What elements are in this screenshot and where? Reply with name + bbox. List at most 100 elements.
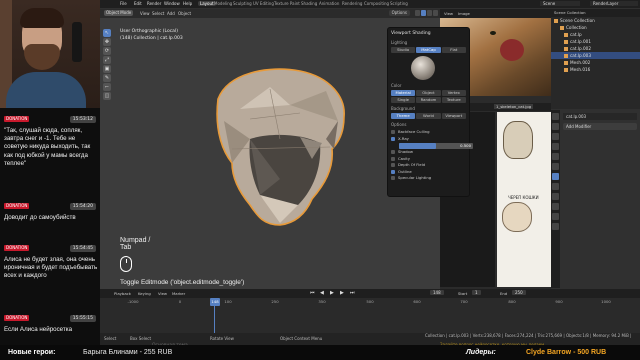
end-frame-field[interactable]: 250 [512, 290, 526, 295]
next-key-icon[interactable]: ▶ [340, 290, 344, 296]
xray-alpha-slider[interactable]: 0.500 [399, 143, 473, 149]
timeline-menu-marker[interactable]: Marker [172, 291, 185, 296]
color-object-button[interactable]: Object [416, 90, 441, 96]
lighting-label: Lighting [391, 40, 408, 45]
mouse-icon [120, 256, 132, 272]
timeline-menu-playback[interactable]: Playback [114, 291, 131, 296]
menu-window[interactable]: Window [164, 1, 180, 6]
image-editor-header: View Image [440, 9, 551, 18]
playhead[interactable]: 148 [210, 298, 220, 306]
checkbox-icon [391, 130, 395, 135]
tab-rendering[interactable]: Rendering [342, 1, 362, 6]
lighting-options: Studio MatCap Flat [391, 47, 466, 53]
menu-file[interactable]: File [120, 1, 127, 6]
add-modifier-button[interactable]: Add Modifier [563, 123, 637, 130]
status-rotate: Rotate View [210, 336, 234, 341]
skull-drawing-top [503, 121, 533, 159]
mesh-icon [564, 67, 568, 72]
menu-help[interactable]: Help [183, 1, 192, 6]
outliner-row-selected[interactable]: cat.lp.003 [551, 52, 640, 59]
tab-sculpting[interactable]: Sculpting [233, 1, 252, 6]
matcap-preview[interactable] [411, 56, 435, 80]
image-menu-view[interactable]: View [444, 11, 453, 16]
data-tab-icon[interactable] [552, 213, 559, 220]
ruler-tick: 0 [178, 299, 182, 304]
message-text: Алиса не будет злая, она очень ироничная… [4, 256, 98, 280]
play-icon[interactable]: ▶ [330, 290, 334, 296]
background-label: Background [391, 106, 415, 111]
tab-modeling[interactable]: Modeling [214, 1, 232, 6]
color-material-button[interactable]: Material [391, 90, 416, 96]
microphone [72, 22, 82, 62]
timeline-menu-view[interactable]: View [158, 291, 167, 296]
outliner-row[interactable]: cat.lp.001 [551, 38, 640, 45]
operator-hint: Toggle Editmode ('object.editmode_toggle… [120, 279, 245, 286]
collection-icon [560, 25, 564, 30]
color-texture-button[interactable]: Texture [441, 97, 466, 103]
current-frame-field[interactable]: 148 [430, 290, 444, 295]
image-filename[interactable]: 1_skeleton_cat.jpg [494, 104, 534, 109]
constraints-tab-icon[interactable] [552, 203, 559, 210]
jump-end-icon[interactable]: ⏭ [350, 290, 355, 296]
modifier-tab-icon[interactable] [552, 173, 559, 180]
outliner-row[interactable]: Mesh.002 [551, 59, 640, 66]
background-theme-button[interactable]: Theme [391, 113, 416, 119]
top-bar: File Edit Render Window Help Layout Mode… [100, 0, 640, 8]
start-frame-field[interactable]: 1 [472, 290, 481, 295]
image-menu-image[interactable]: Image [458, 11, 470, 16]
key-numpad: Numpad / [120, 237, 151, 244]
particles-tab-icon[interactable] [552, 183, 559, 190]
outliner-item-label: Scene Collection [560, 18, 595, 23]
leaders-label: Лидеры: [466, 349, 496, 356]
tab-animation[interactable]: Animation [319, 1, 339, 6]
color-options-row2: Single Random Texture [391, 97, 466, 103]
color-random-button[interactable]: Random [416, 97, 441, 103]
options-label: Options [391, 122, 407, 127]
material-tab-icon[interactable] [552, 223, 559, 230]
tab-uv-editing[interactable]: UV Editing [253, 1, 274, 6]
specular-lighting-checkbox[interactable]: Specular Lighting [391, 175, 466, 182]
mesh-icon [564, 32, 568, 37]
tab-shading[interactable]: Shading [301, 1, 317, 6]
lighting-studio-button[interactable]: Studio [391, 47, 416, 53]
color-vertex-button[interactable]: Vertex [441, 90, 466, 96]
outliner-row[interactable]: cat.lp [551, 31, 640, 38]
color-single-button[interactable]: Single [391, 97, 416, 103]
ruler-tick: 600 [413, 299, 421, 304]
tab-compositing[interactable]: Compositing [364, 1, 389, 6]
object-tab-icon[interactable] [552, 163, 559, 170]
timeline-menu-keying[interactable]: Keying [138, 291, 151, 296]
scene-tab-icon[interactable] [552, 143, 559, 150]
view-layer-selector[interactable]: RenderLayer [590, 1, 638, 6]
prev-key-icon[interactable]: ◀ [320, 290, 324, 296]
keystroke-overlay: Numpad / Tab [120, 237, 150, 251]
tool-tab-icon[interactable] [552, 113, 559, 120]
chat-message: DONATION 15:54:20 Доводит до самоубийств [4, 203, 98, 222]
new-heroes-label: Новые герои: [8, 349, 56, 356]
lighting-flat-button[interactable]: Flat [441, 47, 466, 53]
outliner-row[interactable]: Mesh.016 [551, 66, 640, 73]
physics-tab-icon[interactable] [552, 193, 559, 200]
jump-start-icon[interactable]: ⏮ [310, 290, 315, 296]
tab-texture-paint[interactable]: Texture Paint [274, 1, 300, 6]
outliner-row[interactable]: Scene Collection [551, 17, 640, 24]
background-viewport-button[interactable]: Viewport [441, 113, 466, 119]
collection-icon [554, 18, 558, 23]
outliner-row[interactable]: Collection [551, 24, 640, 31]
timeline[interactable]: Playback Keying View Marker ⏮ ◀ ▶ ▶ ⏭ 14… [100, 289, 640, 333]
tab-layout[interactable]: Layout [198, 1, 216, 6]
render-tab-icon[interactable] [552, 123, 559, 130]
xray-checkbox[interactable]: X-Ray [391, 136, 466, 143]
menu-edit[interactable]: Edit [134, 1, 142, 6]
outliner-row[interactable]: cat.lp.002 [551, 45, 640, 52]
outliner-item-label: cat.lp [570, 32, 582, 37]
lighting-matcap-button[interactable]: MatCap [416, 47, 441, 53]
world-tab-icon[interactable] [552, 153, 559, 160]
object-name-field[interactable]: cat.lp.003 [563, 113, 637, 120]
background-world-button[interactable]: World [416, 113, 441, 119]
outliner-item-label: Mesh.016 [570, 67, 591, 72]
menu-render[interactable]: Render [147, 1, 161, 6]
tab-scripting[interactable]: Scripting [390, 1, 408, 6]
scene-selector[interactable]: Scene [540, 1, 580, 6]
output-tab-icon[interactable] [552, 133, 559, 140]
